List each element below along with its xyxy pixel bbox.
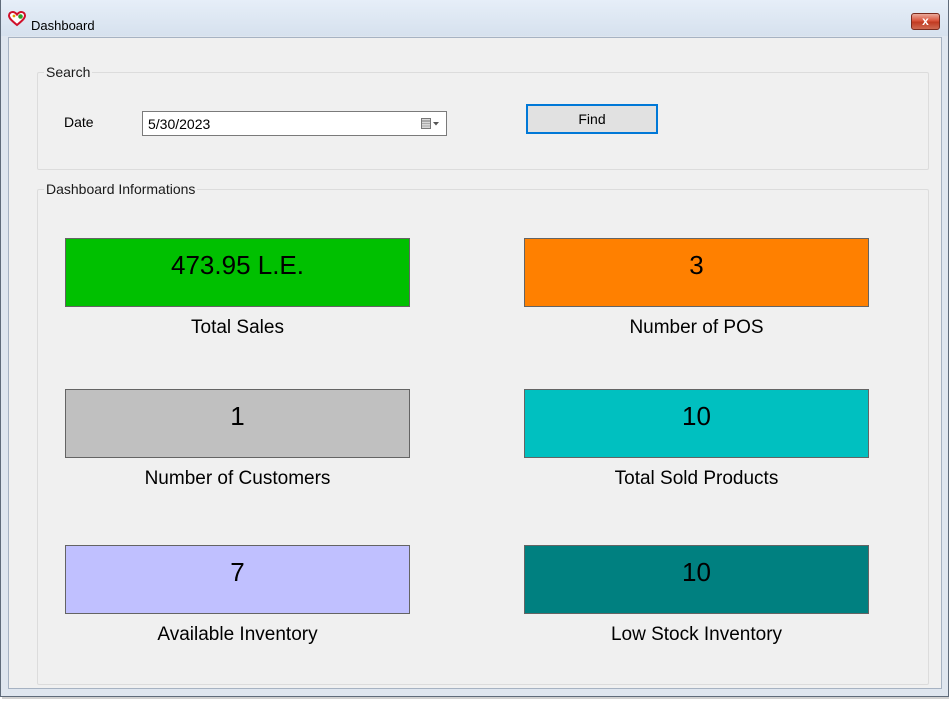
low-stock-inventory-label: Low Stock Inventory [610, 624, 783, 645]
close-button[interactable]: x [911, 13, 940, 30]
total-sold-products-tile: 10 [524, 389, 869, 458]
low-stock-inventory-tile: 10 [524, 545, 869, 614]
window-title: Dashboard [31, 18, 95, 33]
heart-app-icon [8, 11, 26, 27]
available-inventory-label: Available Inventory [157, 624, 318, 645]
find-button[interactable]: Find [526, 104, 658, 134]
close-icon: x [922, 14, 929, 28]
search-group-title: Search [44, 64, 93, 80]
dashboard-window: Dashboard x Search Date 5/30/2023 Find D… [0, 0, 949, 697]
client-area: Search Date 5/30/2023 Find Dashboard Inf… [8, 37, 942, 689]
title-bar[interactable]: Dashboard x [1, 0, 948, 36]
total-sales-label: Total Sales [191, 317, 284, 338]
number-of-customers-tile: 1 [65, 389, 410, 458]
date-value: 5/30/2023 [148, 116, 211, 132]
total-sold-products-label: Total Sold Products [614, 468, 779, 489]
number-of-customers-label: Number of Customers [144, 468, 331, 489]
date-label: Date [64, 114, 94, 130]
date-picker[interactable]: 5/30/2023 [142, 111, 447, 136]
available-inventory-tile: 7 [65, 545, 410, 614]
number-of-pos-tile: 3 [524, 238, 869, 307]
calendar-dropdown-icon[interactable] [421, 118, 440, 130]
dashboard-group-title: Dashboard Informations [44, 181, 198, 197]
number-of-pos-label: Number of POS [629, 317, 764, 338]
total-sales-tile: 473.95 L.E. [65, 238, 410, 307]
